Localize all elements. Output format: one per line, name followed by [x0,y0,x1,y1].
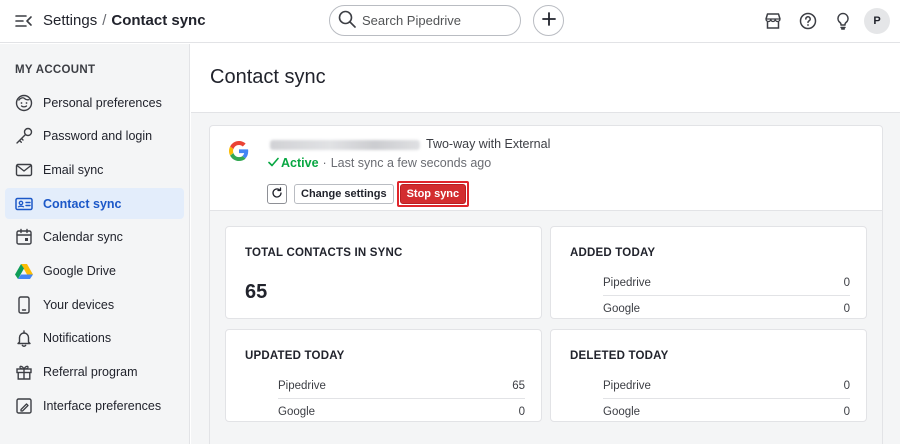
sidebar-item-email-sync[interactable]: Email sync [5,154,184,185]
sidebar-item-google-drive[interactable]: Google Drive [5,255,184,286]
refresh-icon [271,186,283,202]
sidebar-item-password-login[interactable]: Password and login [5,121,184,152]
calendar-icon [15,228,33,246]
stat-row-value: 0 [843,405,850,418]
status-separator: · [322,156,327,170]
sidebar-item-label: Your devices [43,297,115,312]
sidebar-item-label: Referral program [43,365,138,379]
stats-area: TOTAL CONTACTS IN SYNC 65 ADDED TODAY Pi… [210,211,882,444]
top-bar: Settings /Contact sync P [0,0,900,43]
sidebar-item-interface-preferences[interactable]: Interface preferences [5,390,184,421]
stat-row-pipedrive: Pipedrive 65 [278,374,525,399]
breadcrumb-current: Contact sync [111,12,206,29]
lightbulb-icon[interactable] [832,10,854,32]
search-icon [338,10,356,31]
sidebar-item-label: Email sync [43,162,104,177]
stat-row-google: Google 0 [603,296,850,321]
collapse-menu-icon[interactable] [14,11,34,31]
sidebar-item-notifications[interactable]: Notifications [5,323,184,354]
sidebar-heading: MY ACCOUNT [15,64,96,76]
stat-updated-today: UPDATED TODAY Pipedrive 65 Google 0 [225,329,542,422]
page-title: Contact sync [210,66,326,88]
quick-add-button[interactable] [533,5,564,36]
stat-row-google: Google 0 [603,399,850,424]
stat-title: UPDATED TODAY [245,350,345,362]
avatar[interactable]: P [864,8,890,34]
sidebar-item-personal-preferences[interactable]: Personal preferences [5,87,184,118]
sidebar-item-label: Contact sync [43,196,122,211]
gift-icon [15,363,33,381]
bell-icon [15,329,33,348]
interface-icon [15,397,33,415]
sidebar-item-label: Password and login [43,129,153,144]
stat-row-google: Google 0 [278,399,525,424]
stat-row-value: 0 [518,405,525,418]
account-line: Two-way with External [270,137,550,151]
breadcrumb-settings-link[interactable]: Settings [43,12,97,29]
stat-title: TOTAL CONTACTS IN SYNC [245,247,403,259]
stat-added-today: ADDED TODAY Pipedrive 0 Google 0 [550,226,867,319]
stat-title: DELETED TODAY [570,350,669,362]
stat-row-label: Google [603,302,641,315]
stat-row-value: 0 [843,302,850,315]
key-icon [15,127,33,145]
stat-row-label: Pipedrive [278,380,326,392]
last-sync-text: Last sync a few seconds ago [330,156,492,170]
search-bar[interactable] [329,5,521,36]
sidebar-item-calendar-sync[interactable]: Calendar sync [5,222,184,253]
breadcrumb: Settings / Contact sync [43,12,206,30]
sidebar-item-contact-sync[interactable]: Contact sync [5,188,184,220]
stat-row-value: 0 [843,277,850,289]
stat-row-pipedrive: Pipedrive 0 [603,271,850,296]
stat-row-label: Pipedrive [603,380,651,392]
sidebar-item-label: Notifications [43,331,112,346]
stat-row-value: 0 [843,380,850,392]
refresh-button[interactable] [267,184,287,204]
status-active-label: Active [281,156,319,170]
stop-sync-highlight: Stop sync [396,181,470,207]
sidebar-item-label: Calendar sync [43,230,123,245]
sidebar-item-label: Interface preferences [43,398,162,413]
stat-deleted-today: DELETED TODAY Pipedrive 0 Google 0 [550,329,867,422]
change-settings-button[interactable]: Change settings [294,184,394,204]
stat-row-label: Google [603,405,641,418]
main-content: Contact sync Two-way with External Activ… [191,44,900,444]
stat-row-label: Pipedrive [603,277,651,289]
stat-total-contacts: TOTAL CONTACTS IN SYNC 65 [225,226,542,319]
google-logo-icon [229,141,249,164]
sync-type: Two-way with External [426,137,551,151]
plus-icon [541,12,556,29]
mail-icon [15,161,33,179]
stat-row-label: Google [278,405,316,418]
sync-account-card: Two-way with External Active · Last sync… [209,125,883,444]
breadcrumb-separator: / [102,12,107,29]
sidebar-item-your-devices[interactable]: Your devices [5,289,184,320]
stop-sync-button[interactable]: Stop sync [399,184,467,204]
stat-total-value: 65 [245,281,268,303]
phone-icon [15,295,33,314]
google-drive-icon [15,262,33,280]
sidebar-item-referral-program[interactable]: Referral program [5,357,184,388]
redacted-email [270,139,420,150]
sidebar-item-label: Google Drive [43,263,116,278]
content-area: Two-way with External Active · Last sync… [191,113,900,444]
sidebar-nav: Personal preferences Password and login … [5,87,184,424]
sidebar-item-label: Personal preferences [43,95,162,110]
help-icon[interactable] [797,10,819,32]
stat-title: ADDED TODAY [570,247,656,259]
marketplace-icon[interactable] [762,10,784,32]
sync-actions: Change settings Stop sync [267,181,470,207]
sync-status: Active · Last sync a few seconds ago [268,156,491,170]
search-input[interactable] [362,13,512,28]
settings-sidebar: MY ACCOUNT Personal preferences Password… [0,44,190,444]
contact-card-icon [15,195,33,213]
checkmark-icon [268,156,279,170]
stat-row-pipedrive: Pipedrive 0 [603,374,850,399]
stat-row-value: 65 [512,380,525,392]
face-icon [15,94,33,112]
